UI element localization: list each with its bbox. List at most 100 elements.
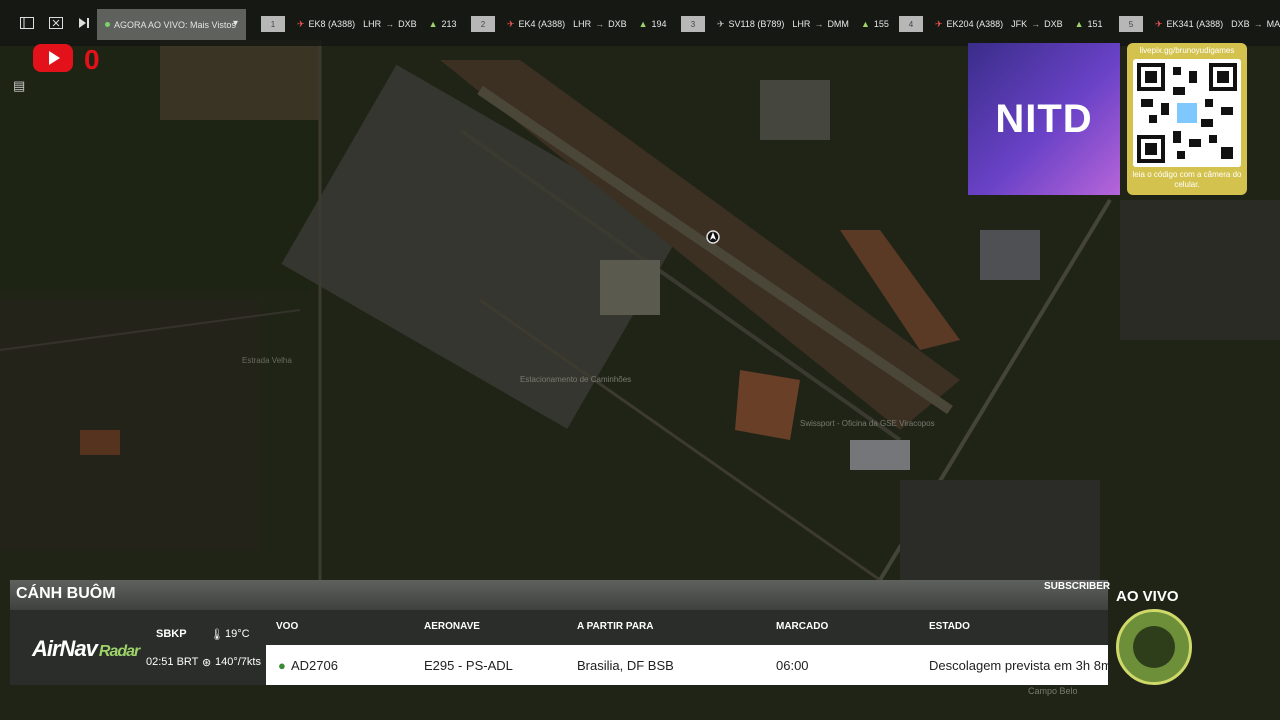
flight-callsign: SV118 (B789)	[728, 19, 785, 29]
flight-destination: DXB	[1044, 19, 1063, 29]
flight-origin: LHR	[792, 19, 811, 29]
arrow-right-icon: →	[595, 19, 605, 29]
flight-count: 155	[873, 19, 889, 29]
aircraft-marker[interactable]	[706, 230, 720, 244]
flight-ticker-item[interactable]: 2 ✈ EK4 (A388) LHR → DXB ▲ 194	[471, 16, 667, 32]
flight-destination: MAD	[1266, 19, 1280, 29]
top-bar: AGORA AO VIVO: Mais Vistos ▾ 1 ✈ EK8 (A3…	[0, 0, 1280, 46]
local-time: 02:51 BRT	[146, 656, 199, 668]
flight-index: 1	[261, 16, 285, 32]
airnav-brand: AirNav	[32, 636, 98, 661]
flight-callsign: EK8 (A388)	[308, 19, 356, 29]
flight-number: AD2706	[291, 658, 338, 673]
arrow-right-icon: →	[1031, 19, 1041, 29]
flight-callsign: EK341 (A388)	[1166, 19, 1224, 29]
temperature: 19°C	[225, 628, 250, 640]
destination: Brasilia, DF BSB	[577, 658, 674, 673]
column-header-aircraft: AERONAVE	[424, 621, 480, 632]
subscriber-label: SUBSCRIBER	[1044, 581, 1111, 592]
channel-badge-icon	[1116, 609, 1192, 685]
building	[600, 260, 660, 315]
wind-icon: ⊛	[202, 657, 212, 669]
sponsor-logo: NITD	[968, 43, 1120, 195]
flight-destination: DMM	[827, 19, 849, 29]
qr-url: livepix.gg/brunoyudigames	[1139, 46, 1235, 55]
plane-icon: ✈	[935, 18, 943, 29]
flight-destination: DXB	[398, 19, 417, 29]
flight-count: 151	[1087, 19, 1103, 29]
plane-icon: ✈	[717, 18, 725, 29]
close-panel-icon[interactable]	[42, 9, 70, 37]
flight-origin: DXB	[1231, 19, 1250, 29]
map-label: Estrada Velha	[242, 356, 292, 365]
field-area	[160, 40, 320, 120]
flight-ticker-item[interactable]: 1 ✈ EK8 (A388) LHR → DXB ▲ 213	[261, 16, 457, 32]
viewers-icon: ▲	[428, 19, 438, 29]
skip-next-icon[interactable]	[70, 9, 98, 37]
flight-destination: DXB	[608, 19, 627, 29]
flight-callsign: EK4 (A388)	[518, 19, 566, 29]
field-area	[0, 300, 260, 550]
sponsor-logo-text: NITD	[995, 96, 1093, 141]
airnav-radar: Radar	[98, 643, 140, 660]
flight-origin: LHR	[573, 19, 592, 29]
viewers-icon: ▲	[860, 19, 870, 29]
youtube-count: 0	[84, 44, 100, 75]
arrow-right-icon: →	[385, 19, 395, 29]
column-header-route: A PARTIR PARA	[577, 621, 654, 632]
flight-index: 2	[471, 16, 495, 32]
live-label: AO VIVO	[1116, 588, 1179, 605]
flight-callsign: EK204 (A388)	[946, 19, 1004, 29]
urban-area	[900, 480, 1100, 580]
column-header-status: ESTADO	[929, 621, 970, 632]
urban-area	[1120, 200, 1280, 340]
flight-ticker-item[interactable]: 4 ✈ EK204 (A388) JFK → DXB ▲ 151	[899, 16, 1103, 32]
viewers-icon: ▲	[1074, 19, 1084, 29]
chevron-down-icon: ▾	[232, 18, 238, 29]
field-area	[80, 430, 120, 455]
arrow-right-icon: →	[1253, 19, 1263, 29]
flight-panel-header	[10, 580, 1108, 610]
live-select-label: AGORA AO VIVO: Mais Vistos	[114, 19, 236, 30]
arrow-right-icon: →	[814, 19, 824, 29]
flight-origin: JFK	[1011, 19, 1028, 29]
building	[980, 230, 1040, 280]
airport-code: SBKP	[156, 628, 187, 640]
viewers-icon: ▲	[638, 19, 648, 29]
building	[850, 440, 910, 470]
panel-title: CÁNH BUÔM	[16, 585, 116, 602]
live-dot-icon	[105, 22, 110, 27]
list-icon[interactable]: ▤	[13, 78, 25, 94]
youtube-icon[interactable]	[33, 44, 73, 72]
flight-ticker-item[interactable]: 3 ✈ SV118 (B789) LHR → DMM ▲ 155	[681, 16, 889, 32]
flight-ticker-item[interactable]: 5 ✈ EK341 (A388) DXB → MAD	[1119, 16, 1280, 32]
flight-index: 3	[681, 16, 705, 32]
plane-icon: ✈	[297, 18, 305, 29]
plane-icon: ✈	[1155, 18, 1163, 29]
flight-index: 4	[899, 16, 923, 32]
flight-count: 213	[441, 19, 457, 29]
column-header-scheduled: MARCADO	[776, 621, 829, 632]
column-header-flight: VOO	[276, 621, 299, 632]
collapse-sidebar-icon[interactable]	[13, 9, 41, 37]
live-select[interactable]: AGORA AO VIVO: Mais Vistos ▾	[97, 9, 246, 40]
flight-count: 194	[651, 19, 667, 29]
field-area	[735, 370, 800, 440]
flight-status: Descolagem prevista em 3h 8m	[929, 658, 1112, 673]
airnav-logo: AirNav Radar	[32, 636, 140, 662]
thermometer-icon: 🌡	[210, 629, 224, 641]
building	[760, 80, 830, 140]
map-label: Estacionamento de Caminhões	[520, 375, 631, 384]
location-pin-icon: ●	[278, 658, 286, 673]
scheduled-time: 06:00	[776, 658, 809, 673]
qr-code-icon	[1133, 59, 1241, 167]
qr-caption: leia o código com a câmera do celular.	[1132, 170, 1242, 189]
wind: 140°/7kts	[215, 656, 261, 668]
plane-icon: ✈	[507, 18, 515, 29]
map-label: Campo Belo	[1028, 686, 1078, 696]
qr-code-card: livepix.gg/brunoyudigames leia o código …	[1127, 43, 1247, 195]
aircraft: E295 - PS-ADL	[424, 658, 513, 673]
flight-origin: LHR	[363, 19, 382, 29]
flight-index: 5	[1119, 16, 1143, 32]
map-label: Swissport - Oficina da GSE Viracopos	[800, 419, 935, 428]
